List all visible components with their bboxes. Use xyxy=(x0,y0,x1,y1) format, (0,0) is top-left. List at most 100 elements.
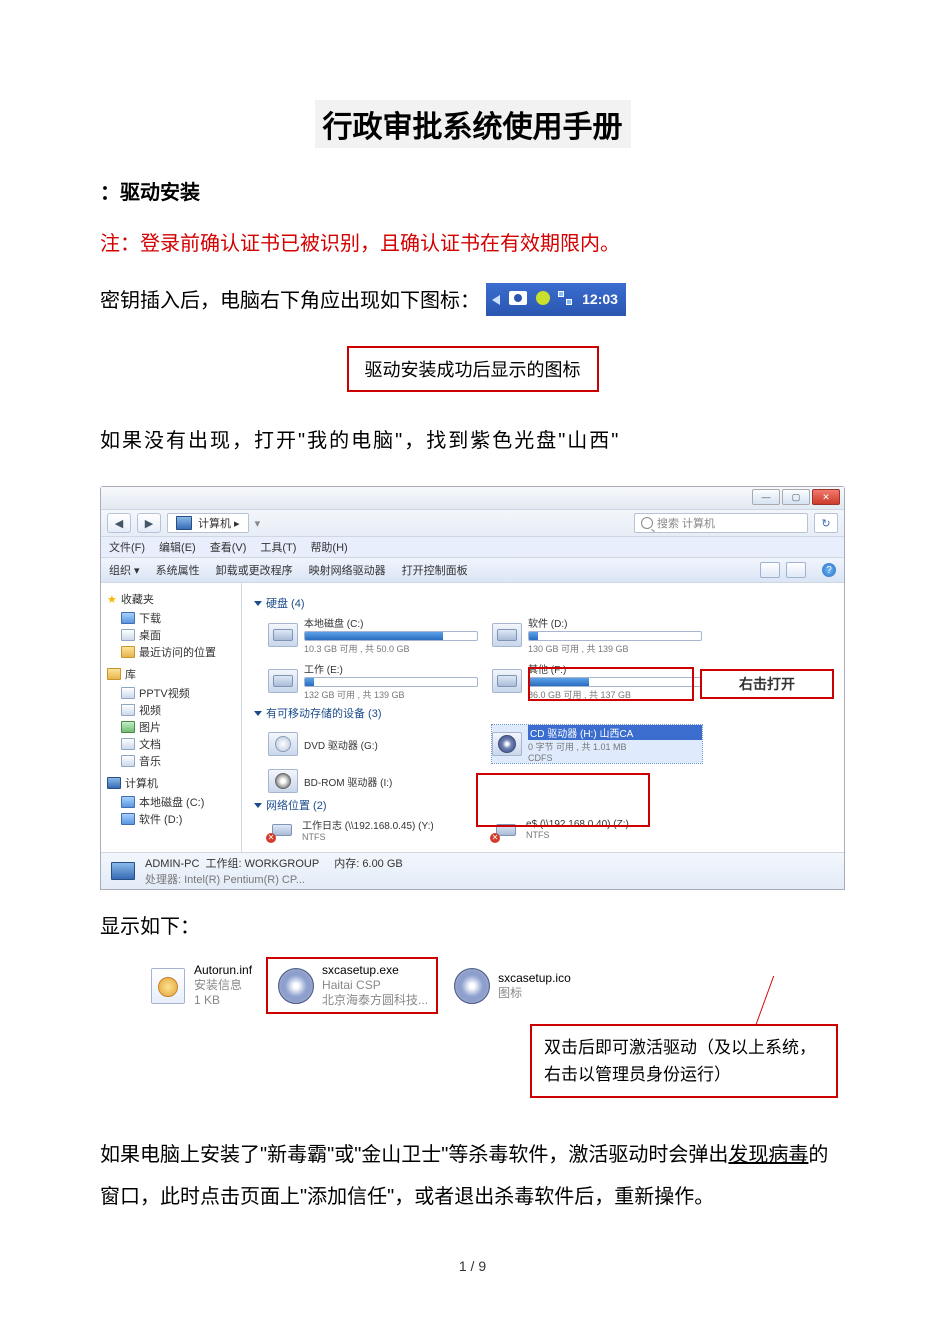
minimize-button[interactable]: — xyxy=(752,489,780,505)
document-title: 行政审批系统使用手册 xyxy=(315,100,631,148)
intro-text: 密钥插入后，电脑右下角应出现如下图标： xyxy=(100,290,480,312)
chevron-down-icon[interactable] xyxy=(254,711,262,716)
library-icon xyxy=(107,668,121,680)
disconnected-icon: ✕ xyxy=(490,833,500,843)
disconnected-icon: ✕ xyxy=(266,833,276,843)
network-drive-y[interactable]: ✕工作日志 (\\192.168.0.45) (Y:)NTFS xyxy=(268,817,478,842)
sidebar-item-documents[interactable]: 文档 xyxy=(139,736,161,752)
sidebar-item-c[interactable]: 本地磁盘 (C:) xyxy=(139,794,204,810)
sidebar-item-pptv[interactable]: PPTV视频 xyxy=(139,685,190,701)
breadcrumb-label: 计算机 ▸ xyxy=(198,515,240,531)
status-pc-name: ADMIN-PC xyxy=(145,858,199,870)
expand-icon xyxy=(492,295,500,305)
drive-c[interactable]: 本地磁盘 (C:)10.3 GB 可用 , 共 50.0 GB xyxy=(268,615,478,655)
toolbar-organize[interactable]: 组织 ▾ xyxy=(109,562,140,578)
drive-e[interactable]: 工作 (E:)132 GB 可用 , 共 139 GB xyxy=(268,661,478,701)
sidebar-computer[interactable]: 计算机 xyxy=(125,775,158,791)
menu-view[interactable]: 查看(V) xyxy=(210,539,247,555)
drive-cd-shanxi[interactable]: CD 驱动器 (H:) 山西CA0 字节 可用 , 共 1.01 MBCDFS xyxy=(492,725,702,763)
callout-right-click: 右击打开 xyxy=(700,669,834,699)
menubar[interactable]: 文件(F) 编辑(E) 查看(V) 工具(T) 帮助(H) xyxy=(101,537,844,558)
file-autorun[interactable]: Autorun.inf安装信息1 KB xyxy=(148,963,252,1008)
download-icon xyxy=(121,612,135,624)
help-button[interactable]: ? xyxy=(822,563,836,577)
network-icon xyxy=(558,291,572,305)
group-removable: 有可移动存储的设备 (3) xyxy=(266,705,382,721)
taskbar-screenshot: 12:03 xyxy=(486,283,626,316)
sidebar-item-desktop[interactable]: 桌面 xyxy=(139,627,161,643)
hdd-icon xyxy=(121,813,135,825)
star-icon: ★ xyxy=(107,593,117,606)
sidebar-item-d[interactable]: 软件 (D:) xyxy=(139,811,182,827)
pptv-icon xyxy=(121,687,135,699)
toolbar-map-drive[interactable]: 映射网络驱动器 xyxy=(309,562,386,578)
status-bar: ADMIN-PC 工作组: WORKGROUP 内存: 6.00 GB 处理器:… xyxy=(101,852,844,889)
sidebar-item-pictures[interactable]: 图片 xyxy=(139,719,161,735)
refresh-button[interactable]: ↻ xyxy=(814,513,838,533)
menu-help[interactable]: 帮助(H) xyxy=(310,539,347,555)
menu-file[interactable]: 文件(F) xyxy=(109,539,145,555)
computer-icon xyxy=(107,777,121,789)
breadcrumb[interactable]: 计算机 ▸ xyxy=(167,513,249,533)
intro-paragraph: 密钥插入后，电脑右下角应出现如下图标： 12:03 xyxy=(100,282,845,320)
drive-bd[interactable]: BD-ROM 驱动器 (I:) xyxy=(268,769,478,793)
close-button[interactable]: ✕ xyxy=(812,489,840,505)
underlined-text: 发现病毒 xyxy=(728,1144,808,1166)
sidebar-item-recent[interactable]: 最近访问的位置 xyxy=(139,644,216,660)
chevron-down-icon[interactable] xyxy=(254,601,262,606)
video-icon xyxy=(121,704,135,716)
chevron-down-icon[interactable] xyxy=(254,803,262,808)
view-icons-button[interactable] xyxy=(760,562,780,578)
explorer-window: — ▢ ✕ ◀ ▶ 计算机 ▸ ▾ 搜索 计算机 ↻ 文件(F) 编辑(E) 查… xyxy=(100,486,845,890)
recent-icon xyxy=(121,646,135,658)
computer-icon xyxy=(176,516,192,530)
search-input[interactable]: 搜索 计算机 xyxy=(634,513,808,533)
status-cpu: 处理器: Intel(R) Pentium(R) CP... xyxy=(145,874,305,886)
shield-icon xyxy=(536,291,550,305)
hdd-icon xyxy=(272,824,292,836)
file-sxcasetup-ico[interactable]: sxcasetup.ico图标 xyxy=(452,966,571,1006)
desktop-icon xyxy=(121,629,135,641)
search-icon xyxy=(641,517,653,529)
sidebar-item-downloads[interactable]: 下载 xyxy=(139,610,161,626)
nav-back-button[interactable]: ◀ xyxy=(107,513,131,533)
toolbar-control-panel[interactable]: 打开控制面板 xyxy=(402,562,468,578)
computer-icon xyxy=(111,862,135,880)
music-icon xyxy=(121,755,135,767)
clock-text: 12:03 xyxy=(582,291,618,307)
callout-box-drive-e xyxy=(528,667,694,701)
hdd-icon xyxy=(121,796,135,808)
bd-icon xyxy=(275,773,291,789)
sidebar-item-music[interactable]: 音乐 xyxy=(139,753,161,769)
toolbar: 组织 ▾ 系统属性 卸载或更改程序 映射网络驱动器 打开控制面板 ? xyxy=(101,558,844,583)
hdd-icon xyxy=(497,629,517,641)
ico-disc-icon xyxy=(454,968,490,1004)
sidebar-libraries[interactable]: 库 xyxy=(125,666,136,682)
toolbar-properties[interactable]: 系统属性 xyxy=(156,562,200,578)
page-number: 1 / 9 xyxy=(100,1258,845,1274)
sidebar-item-video[interactable]: 视频 xyxy=(139,702,161,718)
final-paragraph: 如果电脑上安装了"新毒霸"或"金山卫士"等杀毒软件，激活驱动时会弹出发现病毒的窗… xyxy=(100,1134,845,1218)
drive-dvd[interactable]: DVD 驱动器 (G:) xyxy=(268,725,478,763)
warning-note: 注：登录前确认证书已被识别，且确认证书在有效期限内。 xyxy=(100,227,845,256)
cd-icon xyxy=(498,735,516,753)
group-network: 网络位置 (2) xyxy=(266,797,327,813)
menu-tools[interactable]: 工具(T) xyxy=(260,539,296,555)
hdd-icon xyxy=(273,629,293,641)
hdd-icon xyxy=(497,675,517,687)
drive-d[interactable]: 软件 (D:)130 GB 可用 , 共 139 GB xyxy=(492,615,702,655)
nav-forward-button[interactable]: ▶ xyxy=(137,513,161,533)
view-list-button[interactable] xyxy=(786,562,806,578)
setup-disc-icon xyxy=(278,968,314,1004)
file-sxcasetup-exe[interactable]: sxcasetup.exeHaitai CSP北京海泰方圆科技... xyxy=(266,957,438,1014)
sidebar-favorites[interactable]: 收藏夹 xyxy=(121,591,154,607)
search-placeholder: 搜索 计算机 xyxy=(657,515,715,531)
picture-icon xyxy=(121,721,135,733)
group-disks: 硬盘 (4) xyxy=(266,595,305,611)
status-memory: 内存: 6.00 GB xyxy=(334,858,402,870)
dvd-icon xyxy=(275,736,291,752)
menu-edit[interactable]: 编辑(E) xyxy=(159,539,196,555)
section-heading: ：驱动安装 xyxy=(100,176,845,205)
toolbar-uninstall[interactable]: 卸载或更改程序 xyxy=(216,562,293,578)
maximize-button[interactable]: ▢ xyxy=(782,489,810,505)
